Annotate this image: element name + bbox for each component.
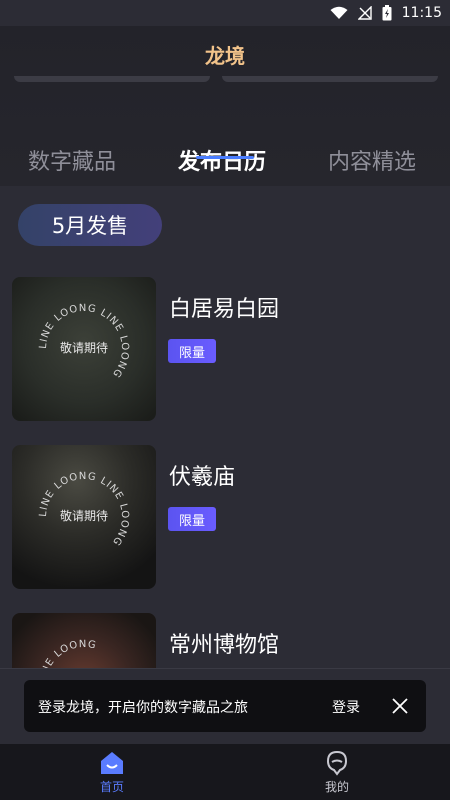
home-icon bbox=[101, 752, 123, 774]
nav-home-label: 首页 bbox=[99, 780, 124, 794]
nav-mine[interactable]: 我的 bbox=[297, 750, 377, 795]
list-item[interactable]: LINE LOONG LINE LOONG 敬请期待 伏羲庙 限量 bbox=[12, 445, 438, 591]
status-time: 11:15 bbox=[401, 5, 442, 21]
tab-featured-content[interactable]: 内容精选 bbox=[328, 144, 416, 176]
nav-mine-label: 我的 bbox=[324, 780, 349, 794]
item-title: 常州博物馆 bbox=[169, 633, 280, 658]
banner-card-left[interactable] bbox=[14, 76, 210, 82]
wifi-icon bbox=[330, 6, 348, 20]
limited-badge: 限量 bbox=[168, 507, 216, 531]
battery-charging-icon bbox=[382, 5, 392, 21]
login-button[interactable]: 登录 bbox=[332, 697, 360, 717]
profile-icon bbox=[326, 750, 348, 776]
nav-home[interactable]: 首页 bbox=[72, 750, 152, 795]
page-title: 龙境 bbox=[205, 44, 245, 68]
toast-message: 登录龙境，开启你的数字藏品之旅 bbox=[38, 700, 248, 716]
bottom-navigation: 首页 我的 bbox=[0, 744, 450, 800]
limited-badge: 限量 bbox=[168, 339, 216, 363]
collection-thumbnail: LINE LOONG bbox=[12, 613, 156, 668]
header: 龙境 数字藏品 发布日历 内容精选 bbox=[0, 26, 450, 186]
collection-thumbnail: LINE LOONG LINE LOONG 敬请期待 bbox=[12, 445, 156, 589]
tab-bar: 数字藏品 发布日历 内容精选 bbox=[0, 144, 450, 186]
coming-soon-label: 敬请期待 bbox=[59, 341, 108, 355]
item-title: 伏羲庙 bbox=[169, 465, 236, 490]
coming-soon-label: 敬请期待 bbox=[59, 509, 108, 523]
list-item[interactable]: LINE LOONG LINE LOONG 敬请期待 白居易白园 限量 bbox=[12, 277, 438, 423]
login-prompt-toast: 登录龙境，开启你的数字藏品之旅 登录 bbox=[24, 680, 426, 732]
banner-card-right[interactable] bbox=[222, 76, 438, 82]
active-tab-indicator bbox=[196, 156, 254, 159]
divider bbox=[0, 668, 450, 669]
tab-release-calendar[interactable]: 发布日历 bbox=[178, 144, 266, 176]
close-icon[interactable] bbox=[390, 696, 410, 716]
tab-digital-collections[interactable]: 数字藏品 bbox=[28, 144, 116, 176]
month-filter-pill[interactable]: 5月发售 bbox=[18, 204, 162, 246]
collection-thumbnail: LINE LOONG LINE LOONG 敬请期待 bbox=[12, 277, 156, 421]
item-title: 白居易白园 bbox=[169, 297, 280, 322]
status-bar: 11:15 bbox=[0, 0, 450, 26]
list-item[interactable]: LINE LOONG 常州博物馆 bbox=[12, 613, 438, 668]
no-signal-icon bbox=[357, 6, 372, 20]
